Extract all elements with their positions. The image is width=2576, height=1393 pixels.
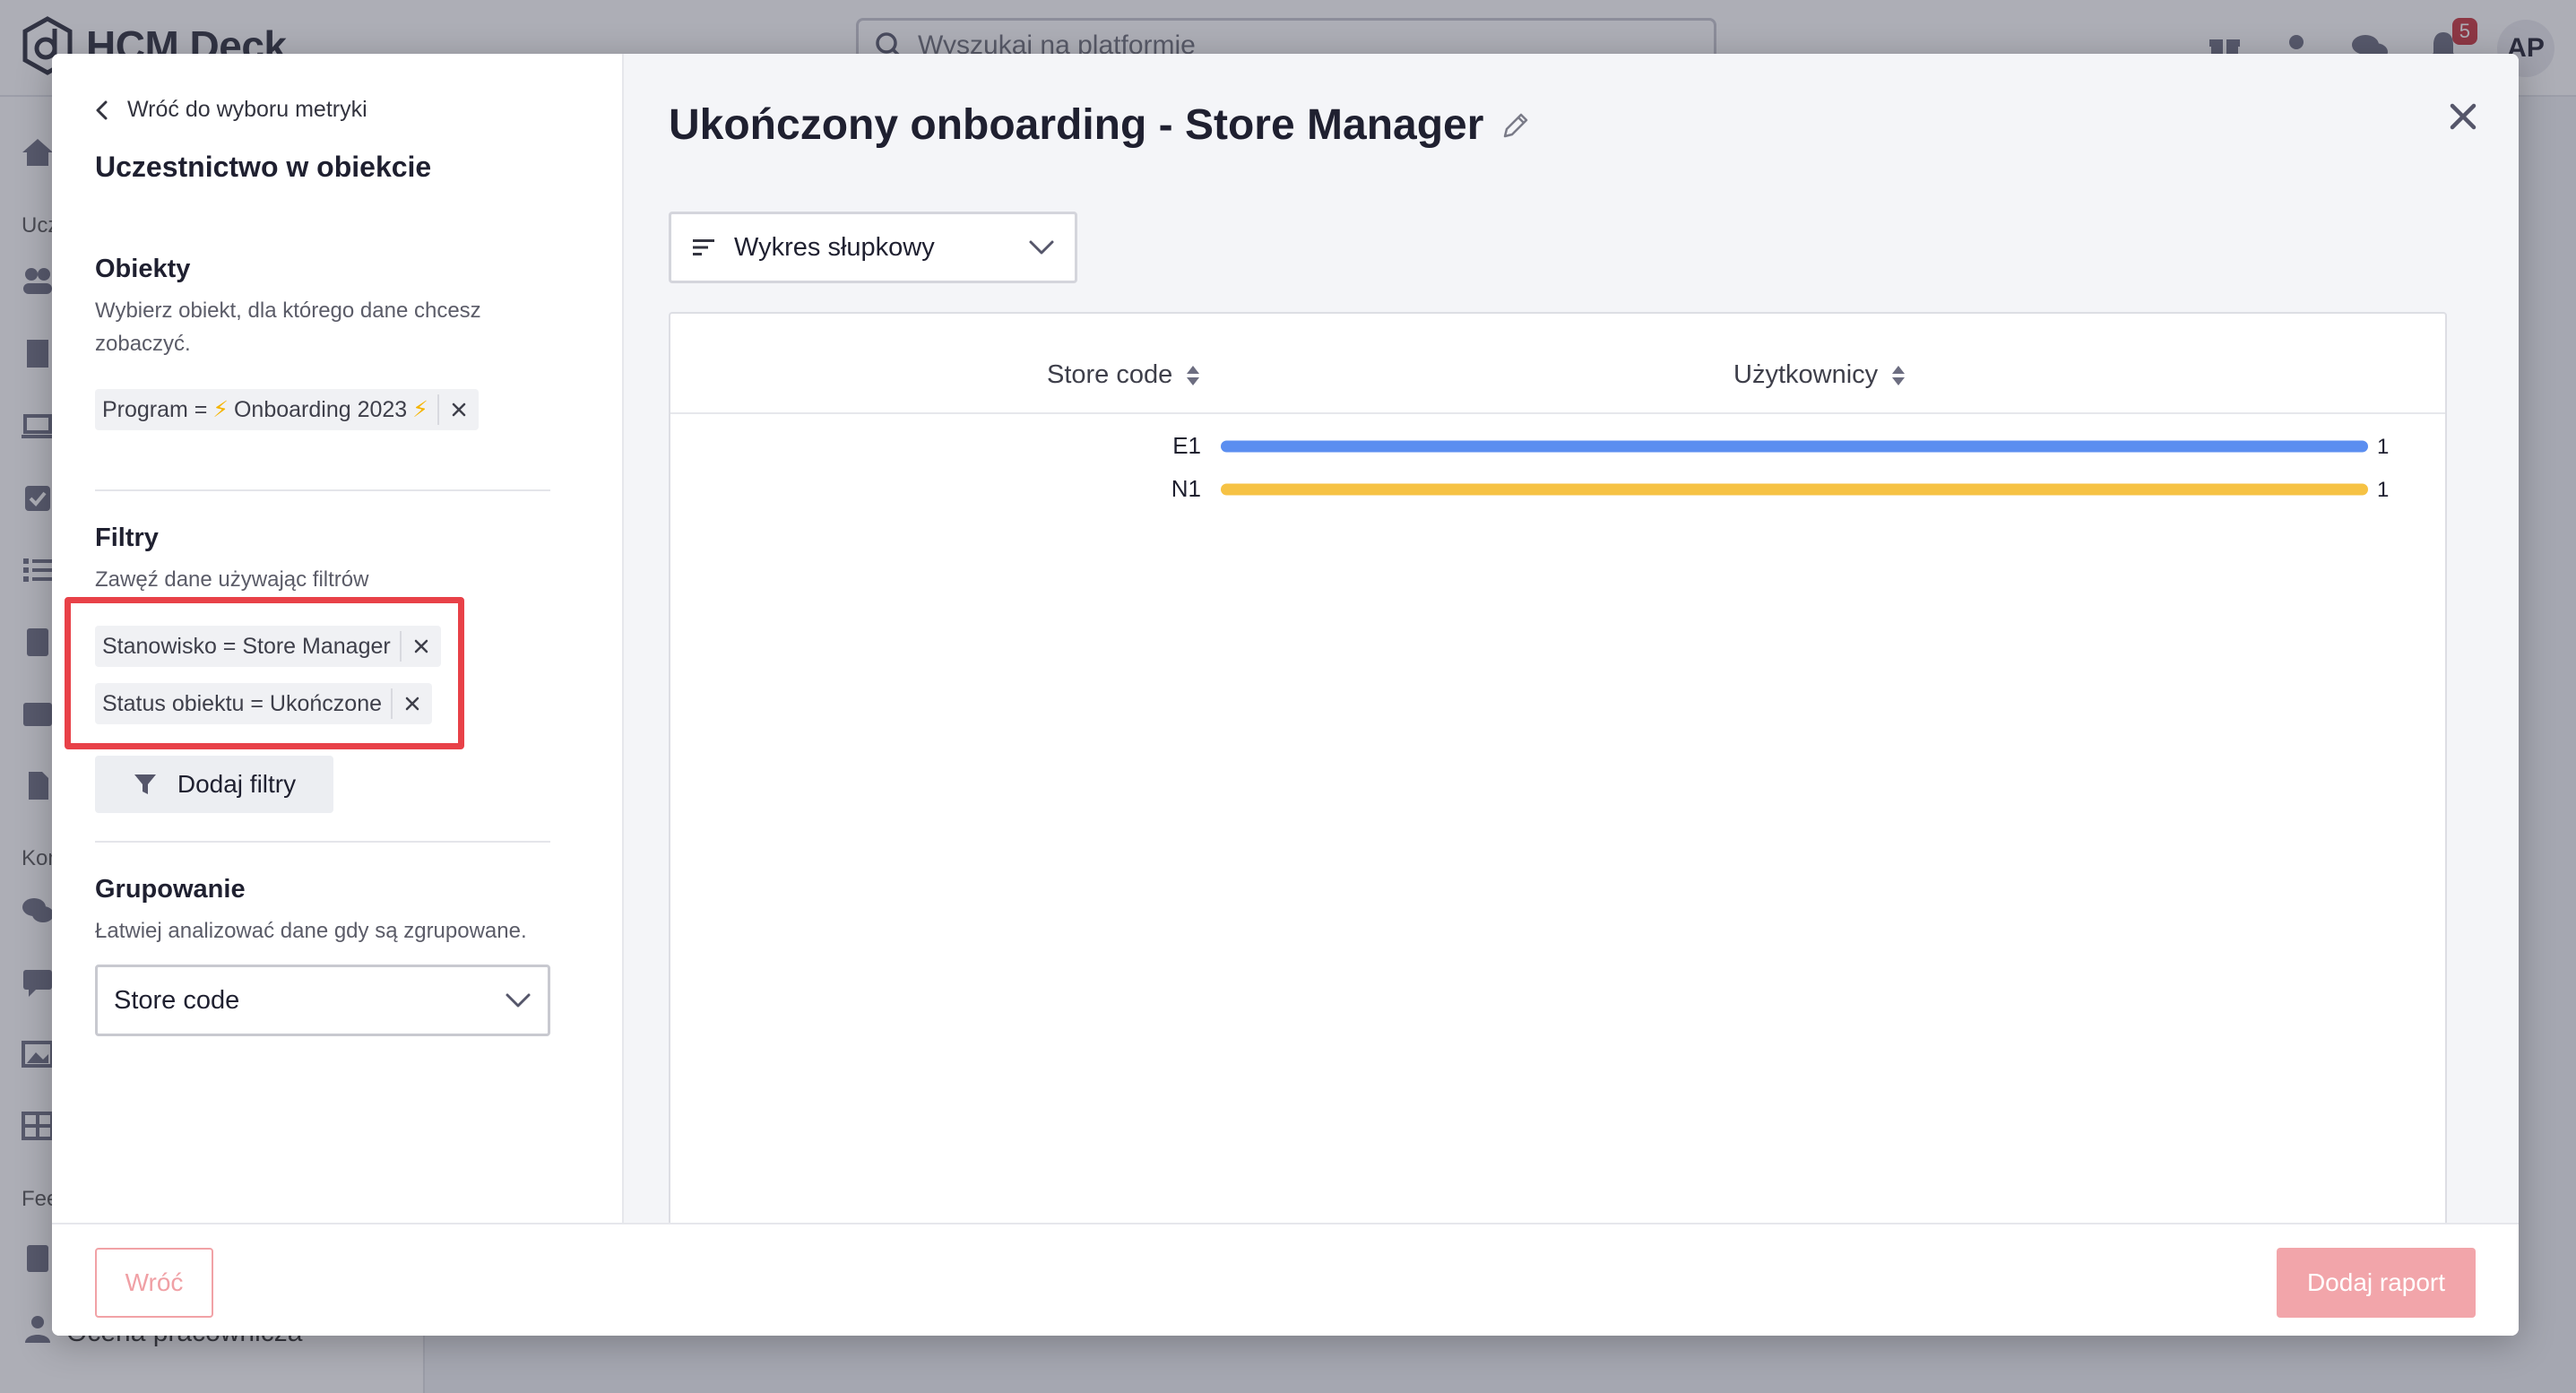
chart-header: Store code Użytkownicy: [670, 314, 2445, 414]
sort-lines-icon: [693, 239, 714, 255]
preview-panel: Ukończony onboarding - Store Manager Wyk…: [624, 54, 2519, 1235]
close-icon: [414, 639, 428, 653]
sort-icon: [1187, 365, 1200, 385]
report-builder-modal: Wróć do wyboru metryki Uczestnictwo w ob…: [52, 54, 2519, 1336]
grouping-select[interactable]: Store code: [95, 965, 550, 1036]
add-filters-button[interactable]: Dodaj filtry: [95, 756, 333, 813]
category-label-n1: N1: [1171, 475, 1201, 502]
bar-chart: E1 1 N1 1: [1171, 432, 2390, 502]
bar-e1[interactable]: [1221, 440, 2368, 453]
filter-chip-label: Status obiektu = Ukończone: [102, 690, 382, 716]
object-chip: Program = ⚡ Onboarding 2023 ⚡: [95, 389, 479, 430]
object-chip-value: Onboarding 2023: [233, 396, 408, 422]
close-icon: [405, 696, 419, 711]
remove-filter-button[interactable]: [402, 626, 441, 667]
filter-chip-label: Stanowisko = Store Manager: [102, 633, 391, 659]
filters-section-title: Filtry: [95, 523, 159, 552]
column-header-label: Store code: [1047, 360, 1173, 389]
value-label-n1: 1: [2377, 478, 2389, 502]
chart-type-select[interactable]: Wykres słupkowy: [669, 212, 1077, 283]
add-report-button[interactable]: Dodaj raport: [2277, 1248, 2476, 1318]
filters-section-description: Zawęź dane używając filtrów: [95, 567, 369, 592]
sort-icon: [1892, 365, 1906, 385]
column-header-store-code[interactable]: Store code: [1047, 360, 1201, 390]
grouping-section-title: Grupowanie: [95, 875, 246, 904]
category-label-e1: E1: [1172, 432, 1201, 459]
bar-n1[interactable]: [1221, 483, 2368, 496]
value-label-e1: 1: [2377, 435, 2389, 459]
column-header-users[interactable]: Użytkownicy: [1733, 360, 1906, 390]
object-chip-label: Program = ⚡ Onboarding 2023 ⚡: [95, 396, 437, 423]
remove-object-button[interactable]: [439, 389, 479, 430]
remove-filter-button[interactable]: [393, 683, 432, 724]
lightning-icon: ⚡: [212, 397, 229, 422]
filter-chip-status: Status obiektu = Ukończone: [95, 683, 432, 724]
add-filters-label: Dodaj filtry: [177, 770, 297, 798]
chart-card: Store code Użytkownicy E1 1 N1 1: [669, 312, 2447, 1235]
chevron-left-icon: [96, 100, 108, 119]
modal-footer: Wróć Dodaj raport: [52, 1223, 2519, 1336]
filter-icon: [134, 774, 156, 794]
report-title: Ukończony onboarding - Store Manager: [669, 101, 1484, 149]
filter-chip-position: Stanowisko = Store Manager: [95, 626, 441, 667]
filters-highlight-box: [65, 597, 464, 749]
back-button[interactable]: Wróć: [95, 1248, 213, 1318]
chart-type-value: Wykres słupkowy: [734, 232, 935, 262]
objects-section-description: Wybierz obiekt, dla którego dane chcesz …: [95, 298, 481, 356]
metric-title: Uczestnictwo w obiekcie: [95, 151, 432, 183]
close-icon: [452, 402, 466, 417]
object-chip-prefix: Program =: [102, 396, 208, 422]
lightning-icon: ⚡: [412, 397, 428, 422]
grouping-section-description: Łatwiej analizować dane gdy są zgrupowan…: [95, 919, 527, 943]
section-divider: [95, 841, 550, 843]
config-panel: Wróć do wyboru metryki Uczestnictwo w ob…: [52, 54, 624, 1223]
close-modal-icon[interactable]: [2443, 97, 2483, 136]
pencil-icon[interactable]: [1500, 109, 1532, 142]
objects-section-title: Obiekty: [95, 255, 191, 283]
column-header-label: Użytkownicy: [1733, 360, 1879, 389]
back-to-metrics-link[interactable]: Wróć do wyboru metryki: [93, 97, 367, 123]
report-title-row: Ukończony onboarding - Store Manager: [669, 100, 1532, 150]
back-to-metrics-label: Wróć do wyboru metryki: [127, 97, 367, 122]
grouping-selected-value: Store code: [114, 985, 240, 1015]
section-divider: [95, 489, 550, 491]
chevron-down-icon: [506, 993, 531, 1008]
chevron-down-icon: [1029, 240, 1054, 255]
